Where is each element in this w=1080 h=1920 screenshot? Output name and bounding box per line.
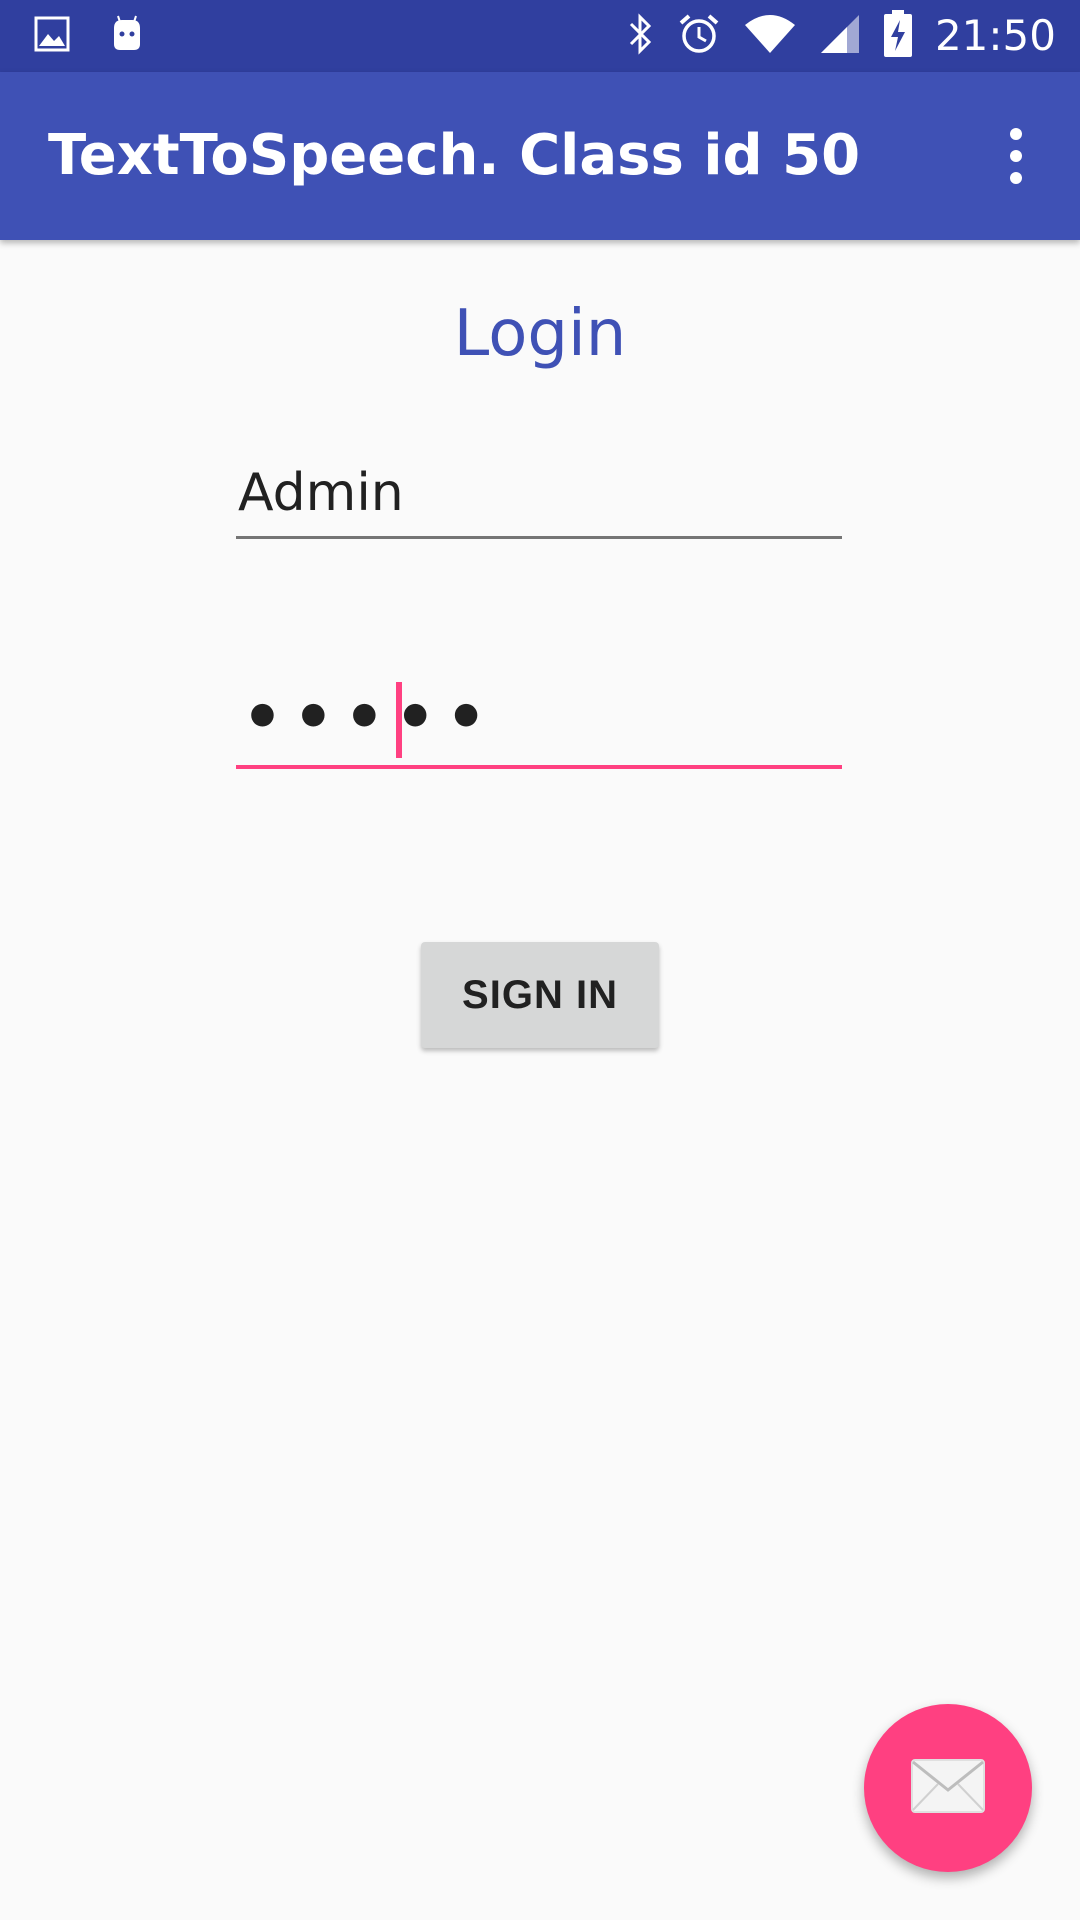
- image-icon: [34, 16, 70, 56]
- text-cursor: [396, 682, 402, 758]
- username-value: Admin: [238, 463, 404, 523]
- mail-fab-button[interactable]: [864, 1704, 1032, 1872]
- mail-icon: [910, 1758, 986, 1818]
- login-heading: Login: [453, 297, 627, 371]
- app-bar: TextToSpeech. Class id 50: [0, 72, 1080, 240]
- more-vert-icon[interactable]: [992, 128, 1040, 184]
- app-title: TextToSpeech. Class id 50: [48, 123, 861, 188]
- alarm-icon: [677, 12, 721, 60]
- signal-icon: [819, 13, 861, 59]
- sign-in-button[interactable]: SIGN IN: [421, 942, 659, 1048]
- username-field[interactable]: Admin: [236, 458, 842, 539]
- battery-charging-icon: [883, 10, 913, 62]
- password-field[interactable]: •••••: [236, 670, 842, 769]
- status-bar: 21:50: [0, 0, 1080, 72]
- android-icon: [108, 14, 146, 58]
- password-masked-value: •••••: [242, 681, 497, 755]
- status-time: 21:50: [934, 11, 1056, 60]
- bluetooth-icon: [625, 12, 655, 60]
- wifi-icon: [743, 13, 797, 59]
